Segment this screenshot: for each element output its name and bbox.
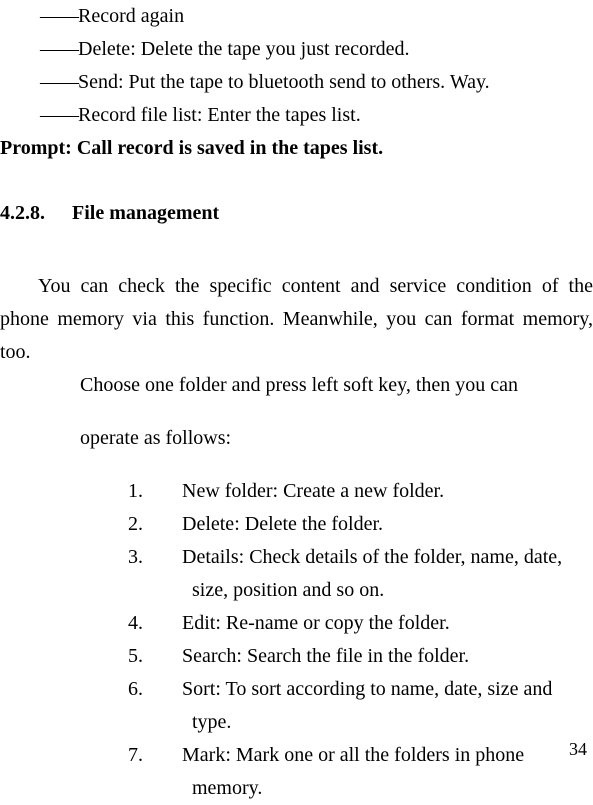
dash-text: Send: Put the tape to bluetooth send to …	[78, 71, 490, 93]
list-text: Delete: Delete the folder.	[182, 513, 383, 535]
intro-text: You can check the specific content and s…	[0, 275, 593, 363]
dash-text: Record again	[78, 5, 184, 27]
list-item: 1.New folder: Create a new folder.	[160, 475, 593, 508]
list-text: Edit: Re-name or copy the folder.	[182, 612, 450, 634]
dash-item-record-again: ——Record again	[40, 0, 593, 33]
list-item: 2.Delete: Delete the folder.	[160, 508, 593, 541]
list-item: 6.Sort: To sort according to name, date,…	[160, 673, 593, 739]
list-text: Sort: To sort according to name, date, s…	[182, 678, 552, 733]
intro-paragraph: You can check the specific content and s…	[0, 270, 593, 369]
list-item: 7.Mark: Mark one or all the folders in p…	[160, 739, 593, 805]
section-number: 4.2.8.	[0, 197, 45, 230]
dash-prefix: ——	[40, 38, 78, 60]
dash-text: Record file list: Enter the tapes list.	[78, 104, 361, 126]
page-number: 34	[569, 735, 587, 765]
list-item: 3.Details: Check details of the folder, …	[160, 541, 593, 607]
dash-item-send: ——Send: Put the tape to bluetooth send t…	[40, 66, 593, 99]
dash-prefix: ——	[40, 104, 78, 126]
list-text: Search: Search the file in the folder.	[182, 645, 469, 667]
dash-prefix: ——	[40, 71, 78, 93]
list-text: Details: Check details of the folder, na…	[182, 546, 562, 601]
dash-text: Delete: Delete the tape you just recorde…	[78, 38, 410, 60]
list-text: Mark: Mark one or all the folders in pho…	[182, 744, 524, 799]
prompt-line: Prompt: Call record is saved in the tape…	[0, 132, 593, 165]
dash-item-delete: ——Delete: Delete the tape you just recor…	[40, 33, 593, 66]
choose-paragraph-2: operate as follows:	[80, 422, 593, 455]
list-item: 4.Edit: Re-name or copy the folder.	[160, 607, 593, 640]
list-text: New folder: Create a new folder.	[182, 480, 444, 502]
section-heading: 4.2.8. File management	[0, 197, 593, 230]
dash-prefix: ——	[40, 5, 78, 27]
section-title: File management	[72, 197, 219, 230]
dash-item-record-file-list: ——Record file list: Enter the tapes list…	[40, 99, 593, 132]
choose-paragraph: Choose one folder and press left soft ke…	[80, 369, 593, 402]
list-item: 5.Search: Search the file in the folder.	[160, 640, 593, 673]
choose-line1: Choose one folder and press left soft ke…	[80, 374, 518, 396]
